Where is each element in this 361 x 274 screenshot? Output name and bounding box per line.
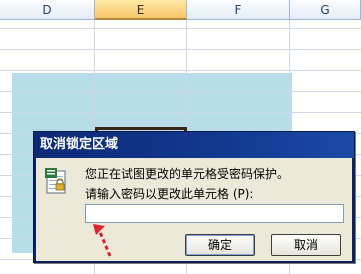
dialog-body: 您正在试图更改的单元格受密码保护。 请输入密码以更改此单元格 (P): 确定 取… [36, 158, 352, 261]
column-header-d[interactable]: D [0, 0, 95, 20]
dialog-title[interactable]: 取消锁定区域 [34, 132, 354, 158]
grid-line [0, 70, 361, 71]
column-header-row: D E F G [0, 0, 361, 20]
red-dashed-arrow-icon [93, 224, 112, 257]
column-header-g[interactable]: G [290, 0, 361, 20]
grid-line [0, 49, 361, 50]
dialog-message: 您正在试图更改的单元格受密码保护。 [85, 167, 290, 181]
ok-button[interactable]: 确定 [185, 234, 255, 256]
cancel-button[interactable]: 取消 [271, 234, 341, 256]
grid-line [0, 91, 361, 92]
password-input[interactable] [85, 204, 344, 223]
lock-protected-sheet-icon [45, 168, 67, 194]
grid-line [0, 112, 361, 113]
column-header-f[interactable]: F [187, 0, 290, 20]
grid-line [0, 28, 361, 29]
password-prompt-label: 请输入密码以更改此单元格 (P): [85, 187, 254, 201]
column-header-e[interactable]: E [95, 0, 187, 20]
unlock-range-dialog: 取消锁定区域 您正在试图更改的单元格受密码保护。 请输入密码以更改此单元格 (P… [33, 131, 355, 263]
